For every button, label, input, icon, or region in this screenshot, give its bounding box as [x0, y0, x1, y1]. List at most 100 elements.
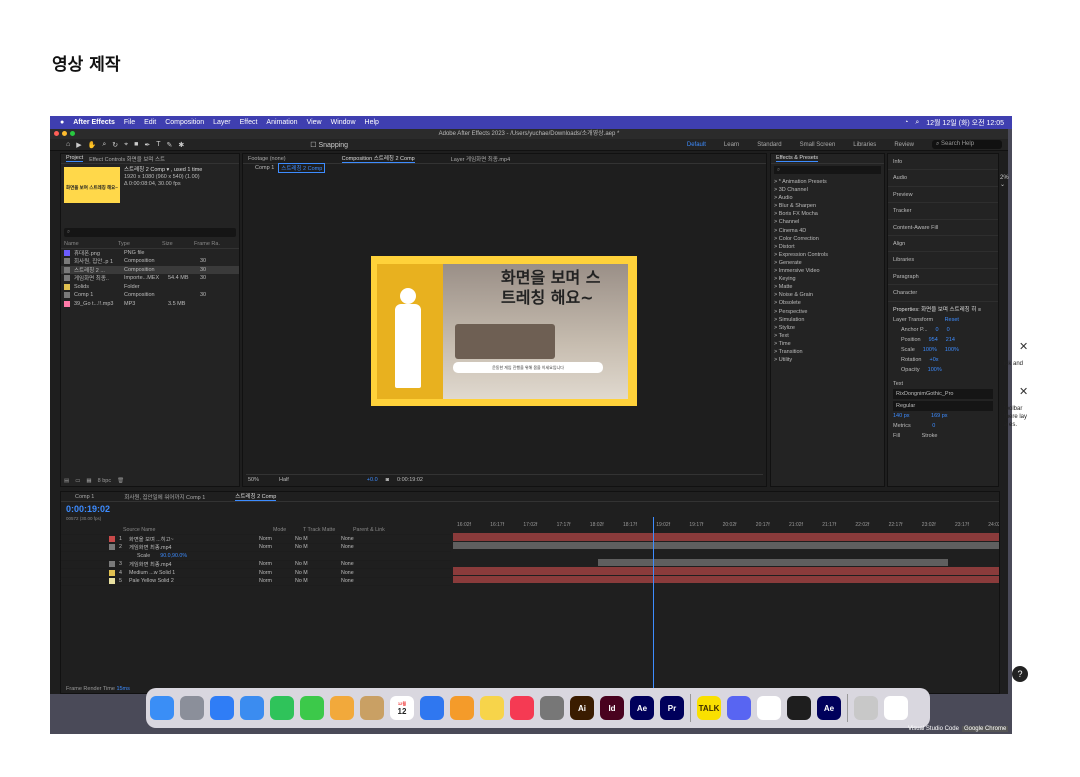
effect-category[interactable]: > Time [774, 340, 881, 348]
menu-item[interactable]: File [124, 119, 135, 126]
project-item[interactable]: 휴대폰.png PNG file [61, 249, 239, 258]
panel-tracker[interactable]: Tracker [888, 203, 998, 220]
effect-category[interactable]: > Color Correction [774, 235, 881, 243]
workspace-review[interactable]: Review [894, 142, 914, 148]
layer-mode-select[interactable]: Norm [259, 570, 295, 576]
shape-tool-icon[interactable]: ■ [134, 141, 138, 148]
menu-item[interactable]: Effect [240, 119, 258, 126]
dock-music-icon[interactable] [510, 696, 534, 720]
viewer-timecode[interactable]: 0:00:19:02 [397, 477, 423, 483]
panel-audio[interactable]: Audio [888, 170, 998, 187]
workspace-small-screen[interactable]: Small Screen [800, 142, 836, 148]
panel-preview[interactable]: Preview [888, 187, 998, 204]
track-matte-select[interactable]: No M [295, 561, 341, 567]
apple-icon[interactable]: ● [60, 119, 64, 126]
dock-notes-icon[interactable] [480, 696, 504, 720]
layer-color-label[interactable] [109, 569, 115, 576]
layer-name[interactable]: 게임화면 최종.mp4 [129, 560, 259, 568]
dock-figma-icon[interactable] [787, 696, 811, 720]
dock-photos-icon[interactable] [330, 696, 354, 720]
pen-tool-icon[interactable]: ✒ [144, 141, 150, 149]
menubar-clock[interactable]: 12월 12일 (화) 오전 12:05 [926, 118, 1004, 128]
snapping-checkbox[interactable]: ☐ Snapping [310, 141, 348, 149]
effect-category[interactable]: > Generate [774, 259, 881, 267]
dock-chrome2-icon[interactable] [884, 696, 908, 720]
reset-link[interactable]: Reset [945, 317, 959, 323]
project-tab[interactable]: Project [66, 155, 84, 162]
effect-category[interactable]: > Stylize [774, 324, 881, 332]
dock-pr-icon[interactable]: Pr [660, 696, 684, 720]
menu-item[interactable]: Help [365, 119, 379, 126]
dock-id-icon[interactable]: Id [600, 696, 624, 720]
layer-mode-select[interactable]: Norm [259, 561, 295, 567]
resolution-select[interactable]: Half [279, 477, 289, 483]
layer-name[interactable]: 화면을 보며 ...히고~ [129, 535, 259, 543]
project-item[interactable]: 게임화면 최종.. Importe...MEX 54.4 MB 30 [61, 274, 239, 283]
transform-value-1[interactable]: 0 [936, 327, 939, 333]
dock-trash-icon[interactable] [854, 696, 878, 720]
layer-duration-bar[interactable] [453, 541, 999, 549]
panel-paragraph[interactable]: Paragraph [888, 269, 998, 286]
zoom-select[interactable]: 50% [248, 477, 259, 483]
effect-category[interactable]: > Perspective [774, 308, 881, 316]
parent-select[interactable]: None [341, 561, 354, 567]
layer-row[interactable]: 4 Medium ...w Solid 1 Norm No M None [61, 569, 451, 578]
panel-content-aware-fill[interactable]: Content-Aware Fill [888, 220, 998, 236]
layer-duration-bar[interactable] [453, 575, 999, 583]
parent-select[interactable]: None [341, 570, 354, 576]
hand-tool-icon[interactable]: ✋ [88, 141, 97, 149]
dock-finder-icon[interactable] [150, 696, 174, 720]
minimize-icon[interactable] [62, 131, 67, 136]
camera-icon[interactable]: ◙ [386, 477, 389, 483]
layer-row[interactable]: 3 게임화면 최종.mp4 Norm No M None [61, 560, 451, 569]
search-icon[interactable]: ⌕ [915, 119, 919, 127]
track-matte-select[interactable]: No M [295, 544, 341, 550]
project-item[interactable]: 스트레칭 2 ... Composition 30 [61, 265, 239, 274]
menu-item[interactable]: Window [331, 119, 356, 126]
effect-category[interactable]: > Utility [774, 356, 881, 364]
footage-tab[interactable]: Footage (none) [248, 156, 286, 162]
menu-item[interactable]: Animation [266, 119, 297, 126]
breadcrumb-current[interactable]: 스트레칭 2 Comp [278, 163, 326, 174]
workspace-libraries[interactable]: Libraries [853, 142, 876, 148]
track-matte-select[interactable]: No M [295, 536, 341, 542]
timeline-timecode[interactable]: 0:00:19:02 [66, 505, 110, 514]
layer-row[interactable]: 2 게임화면 최종.mp4 Norm No M None [61, 544, 451, 552]
brush-tool-icon[interactable]: ✎ [166, 141, 172, 149]
layer-color-label[interactable] [109, 535, 115, 542]
workspace-learn[interactable]: Learn [724, 142, 739, 148]
home-icon[interactable]: ⌂ [66, 141, 70, 148]
dock-settings-icon[interactable] [540, 696, 564, 720]
timeline-tab-office[interactable]: 회사원, 집안일에 워어까지 Comp 1 [124, 493, 205, 501]
effect-controls-tab[interactable]: Effect Controls 화면을 보며 스트 [89, 155, 165, 163]
zoom-icon[interactable] [70, 131, 75, 136]
menu-item[interactable]: Layer [213, 119, 231, 126]
exposure-value[interactable]: +0.0 [367, 477, 378, 483]
fill-checkbox[interactable]: Fill [893, 433, 900, 439]
playhead[interactable] [653, 517, 654, 693]
dock-calendar-icon[interactable]: 12월 12 [390, 696, 414, 720]
panel-align[interactable]: Align [888, 236, 998, 253]
effect-category[interactable]: > Keying [774, 275, 881, 283]
effect-category[interactable]: > Blur & Sharpen [774, 202, 881, 210]
dock-facetime-icon[interactable] [270, 696, 294, 720]
workspace-standard[interactable]: Standard [757, 142, 781, 148]
workspace-default[interactable]: Default [687, 142, 706, 148]
effect-category[interactable]: > Transition [774, 348, 881, 356]
puppet-tool-icon[interactable]: ✱ [178, 141, 184, 149]
menu-item[interactable]: View [307, 119, 322, 126]
dock-chrome-icon[interactable] [757, 696, 781, 720]
breadcrumb-comp1[interactable]: Comp 1 [255, 165, 274, 171]
layer-color-label[interactable] [109, 544, 115, 551]
wifi-icon[interactable]: ◔ [904, 119, 908, 126]
camera-tool-icon[interactable]: ⌖ [124, 141, 128, 149]
search-help-input[interactable]: ⌕ Search Help [932, 140, 1002, 149]
kerning-select[interactable]: Metrics [893, 423, 911, 429]
layer-color-label[interactable] [109, 578, 115, 585]
trash-icon[interactable]: 🗑 [117, 478, 124, 484]
effect-category[interactable]: > Cinema 4D [774, 227, 881, 235]
dock-ae2-icon[interactable]: Ae [817, 696, 841, 720]
timeline-tab-comp1[interactable]: Comp 1 [75, 494, 94, 500]
help-button[interactable]: ? [1012, 666, 1028, 682]
parent-select[interactable]: None [341, 544, 354, 550]
